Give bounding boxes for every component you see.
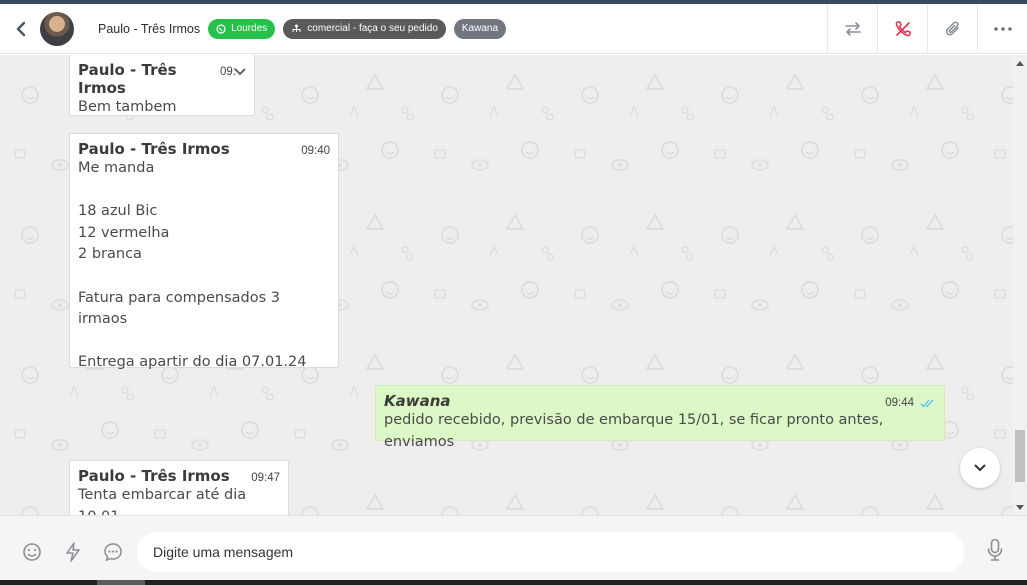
quick-actions-button[interactable] bbox=[62, 541, 84, 563]
header-actions bbox=[827, 4, 1027, 54]
more-icon bbox=[993, 27, 1012, 31]
transfer-icon bbox=[844, 22, 861, 36]
tag-label: Kawana bbox=[461, 23, 499, 34]
composer: Digite uma mensagem bbox=[0, 515, 1027, 585]
message-list[interactable]: Paulo - Três Irmos 09: Bem tambem Paulo … bbox=[0, 55, 1027, 515]
quick-reply-button[interactable] bbox=[102, 541, 124, 563]
transfer-button[interactable] bbox=[827, 4, 877, 54]
message-input-placeholder: Digite uma mensagem bbox=[153, 544, 294, 560]
avatar[interactable] bbox=[40, 11, 74, 46]
scroll-up-arrow[interactable] bbox=[1016, 61, 1024, 66]
message-input[interactable]: Digite uma mensagem bbox=[137, 532, 965, 572]
message-bubble-outgoing[interactable]: Kawana 09:44 pedido recebido, previsão d… bbox=[375, 385, 945, 450]
chevron-left-icon bbox=[16, 21, 26, 36]
scrollbar-thumb[interactable] bbox=[1015, 430, 1025, 482]
tag-lourdes[interactable]: Lourdes bbox=[208, 18, 276, 39]
phone-off-icon bbox=[895, 21, 911, 37]
scrollbar[interactable] bbox=[1013, 55, 1027, 515]
more-options-button[interactable] bbox=[977, 4, 1027, 54]
message-bubble[interactable]: Paulo - Três Irmos 09:40 Me manda 18 azu… bbox=[69, 133, 339, 370]
attach-button[interactable] bbox=[927, 4, 977, 54]
chevron-down-icon[interactable] bbox=[234, 68, 246, 76]
message-author: Paulo - Três Irmos bbox=[78, 61, 177, 97]
end-call-button[interactable] bbox=[877, 4, 927, 54]
message-time: 09:47 bbox=[251, 472, 280, 484]
message-time: 09:40 bbox=[301, 145, 330, 157]
quick-reply-icon bbox=[104, 543, 122, 562]
scroll-to-bottom-button[interactable] bbox=[960, 448, 1000, 488]
taskbar-active-app[interactable] bbox=[97, 580, 145, 585]
contact-name[interactable]: Paulo - Três Irmos bbox=[98, 22, 200, 36]
whatsapp-icon bbox=[216, 23, 226, 34]
message-time: 09: bbox=[220, 66, 246, 78]
chat-header: Paulo - Três Irmos Lourdes comercial - f… bbox=[0, 4, 1027, 54]
sitemap-icon bbox=[292, 24, 301, 32]
os-taskbar bbox=[0, 580, 1027, 585]
message-text: pedido recebido, previsão de embarque 15… bbox=[384, 412, 884, 450]
tag-label: comercial - faça o seu pedido bbox=[307, 23, 438, 34]
scroll-down-arrow[interactable] bbox=[1016, 505, 1024, 510]
tag-label: Lourdes bbox=[231, 23, 268, 34]
message-time: 09:44 bbox=[885, 397, 936, 409]
message-author: Paulo - Três Irmos bbox=[78, 467, 230, 485]
chevron-down-icon bbox=[974, 464, 986, 472]
message-author: Paulo - Três Irmos bbox=[78, 140, 230, 158]
paperclip-icon bbox=[945, 21, 959, 36]
emoji-icon bbox=[23, 543, 41, 561]
tag-kawana[interactable]: Kawana bbox=[453, 18, 507, 39]
message-author: Kawana bbox=[384, 392, 451, 410]
tag-department[interactable]: comercial - faça o seu pedido bbox=[283, 18, 446, 39]
message-text: Tenta embarcar até dia 10.01 bbox=[78, 487, 247, 515]
back-button[interactable] bbox=[2, 4, 40, 54]
read-ticks-icon bbox=[920, 399, 934, 408]
message-bubble[interactable]: Paulo - Três Irmos 09:47 Tenta embarcar … bbox=[69, 460, 289, 515]
message-text: Bem tambem bbox=[78, 99, 177, 115]
microphone-icon bbox=[987, 538, 1003, 561]
lightning-icon bbox=[66, 542, 80, 562]
record-audio-button[interactable] bbox=[984, 538, 1006, 561]
message-bubble[interactable]: Paulo - Três Irmos 09: Bem tambem bbox=[69, 55, 255, 116]
message-text: Me manda 18 azul Bic 12 vermelha 2 branc… bbox=[78, 160, 307, 371]
emoji-button[interactable] bbox=[21, 541, 43, 563]
